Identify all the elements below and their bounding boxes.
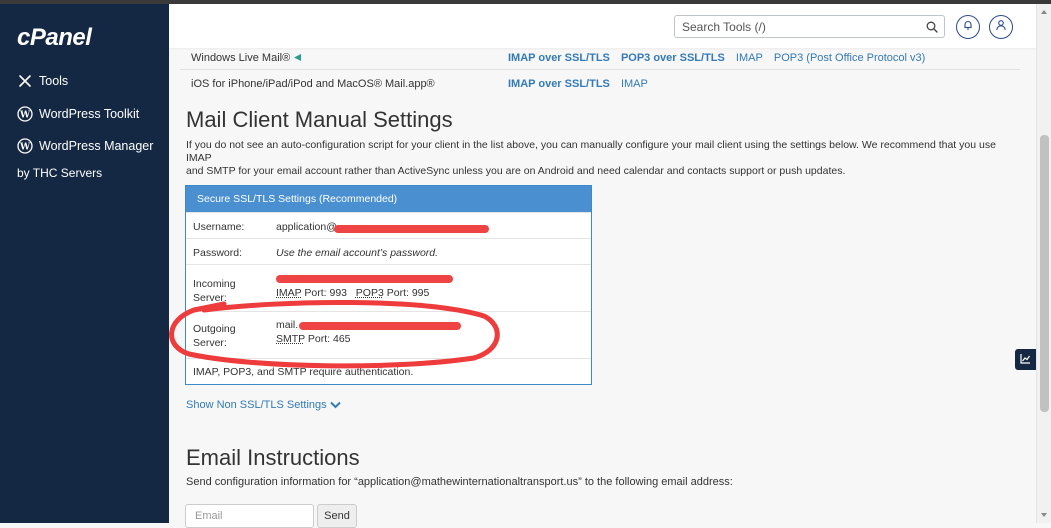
client-row: Windows Live Mail® IMAP over SSL/TLS POP…: [180, 49, 1020, 74]
client-name: Windows Live Mail®: [191, 52, 302, 64]
tools-icon: [17, 73, 33, 89]
email-instructions-text: Send configuration information for “appl…: [186, 476, 733, 488]
username-row: Username: application@: [186, 212, 591, 238]
link-imap[interactable]: IMAP: [621, 78, 648, 90]
sidebar-item-wordpress-manager[interactable]: W WordPress Manager: [17, 138, 153, 154]
email-instructions-title: Email Instructions: [186, 445, 360, 470]
stats-toggle-button[interactable]: [1015, 349, 1036, 370]
scroll-thumb[interactable]: [1040, 135, 1049, 412]
user-menu-button[interactable]: [989, 15, 1013, 39]
link-pop3-ssl[interactable]: POP3 over SSL/TLS: [621, 52, 725, 64]
link-imap-ssl[interactable]: IMAP over SSL/TLS: [508, 52, 610, 64]
manual-settings-title: Mail Client Manual Settings: [186, 107, 453, 132]
highlight-annotation: [169, 299, 500, 369]
client-row: iOS for iPhone/iPad/iPod and MacOS® Mail…: [180, 75, 1020, 100]
chevron-down-icon: [329, 401, 341, 409]
sidebar-item-sublabel: by THC Servers: [17, 166, 103, 180]
scroll-up-arrow[interactable]: [1041, 10, 1047, 14]
send-button[interactable]: Send: [317, 504, 357, 528]
main-content: Windows Live Mail® IMAP over SSL/TLS POP…: [169, 48, 1036, 528]
username-label: Username:: [193, 221, 245, 233]
search-input[interactable]: [675, 16, 915, 37]
client-links: IMAP over SSL/TLS POP3 over SSL/TLS IMAP…: [508, 52, 933, 64]
svg-text:W: W: [19, 143, 31, 153]
redaction-mark: [276, 275, 453, 283]
divider: [180, 69, 1020, 70]
password-value: Use the email account’s password.: [276, 247, 439, 259]
svg-text:W: W: [19, 111, 31, 121]
password-label: Password:: [193, 247, 243, 259]
client-links: IMAP over SSL/TLS IMAP: [508, 78, 656, 90]
wordpress-icon: W: [17, 138, 33, 154]
page-scrollbar[interactable]: [1036, 4, 1051, 523]
cpanel-logo[interactable]: cPanel: [17, 24, 92, 52]
panel-title: Secure SSL/TLS Settings (Recommended): [186, 186, 591, 212]
sidebar-item-label: WordPress Toolkit: [39, 107, 140, 121]
user-icon: [995, 18, 1007, 36]
sidebar: cPanel Tools W WordPress Toolkit W WordP…: [0, 4, 169, 523]
username-value: application@: [276, 221, 337, 233]
show-non-ssl-link[interactable]: Show Non SSL/TLS Settings: [186, 399, 341, 411]
bell-icon: [962, 18, 974, 36]
scroll-down-arrow[interactable]: [1041, 513, 1047, 517]
sidebar-item-wordpress-toolkit[interactable]: W WordPress Toolkit: [17, 106, 139, 122]
client-name: iOS for iPhone/iPad/iPod and MacOS® Mail…: [191, 78, 435, 90]
chart-icon: [1020, 351, 1031, 369]
email-field[interactable]: [185, 504, 314, 528]
search-box: [674, 15, 945, 38]
sidebar-item-tools[interactable]: Tools: [17, 73, 68, 89]
top-header: [169, 4, 1036, 48]
notifications-button[interactable]: [956, 15, 980, 39]
sidebar-item-label: Tools: [39, 74, 69, 88]
link-imap-ssl[interactable]: IMAP over SSL/TLS: [508, 78, 610, 90]
password-row: Password: Use the email account’s passwo…: [186, 238, 591, 264]
sidebar-item-label: WordPress Manager: [39, 139, 154, 153]
search-icon[interactable]: [926, 20, 938, 38]
redaction-mark: [334, 225, 489, 233]
link-pop3[interactable]: POP3 (Post Office Protocol v3): [774, 52, 925, 64]
wordpress-icon: W: [17, 106, 33, 122]
manual-settings-description: If you do not see an auto-configuration …: [186, 139, 996, 177]
link-imap[interactable]: IMAP: [736, 52, 763, 64]
info-icon: [294, 54, 302, 61]
